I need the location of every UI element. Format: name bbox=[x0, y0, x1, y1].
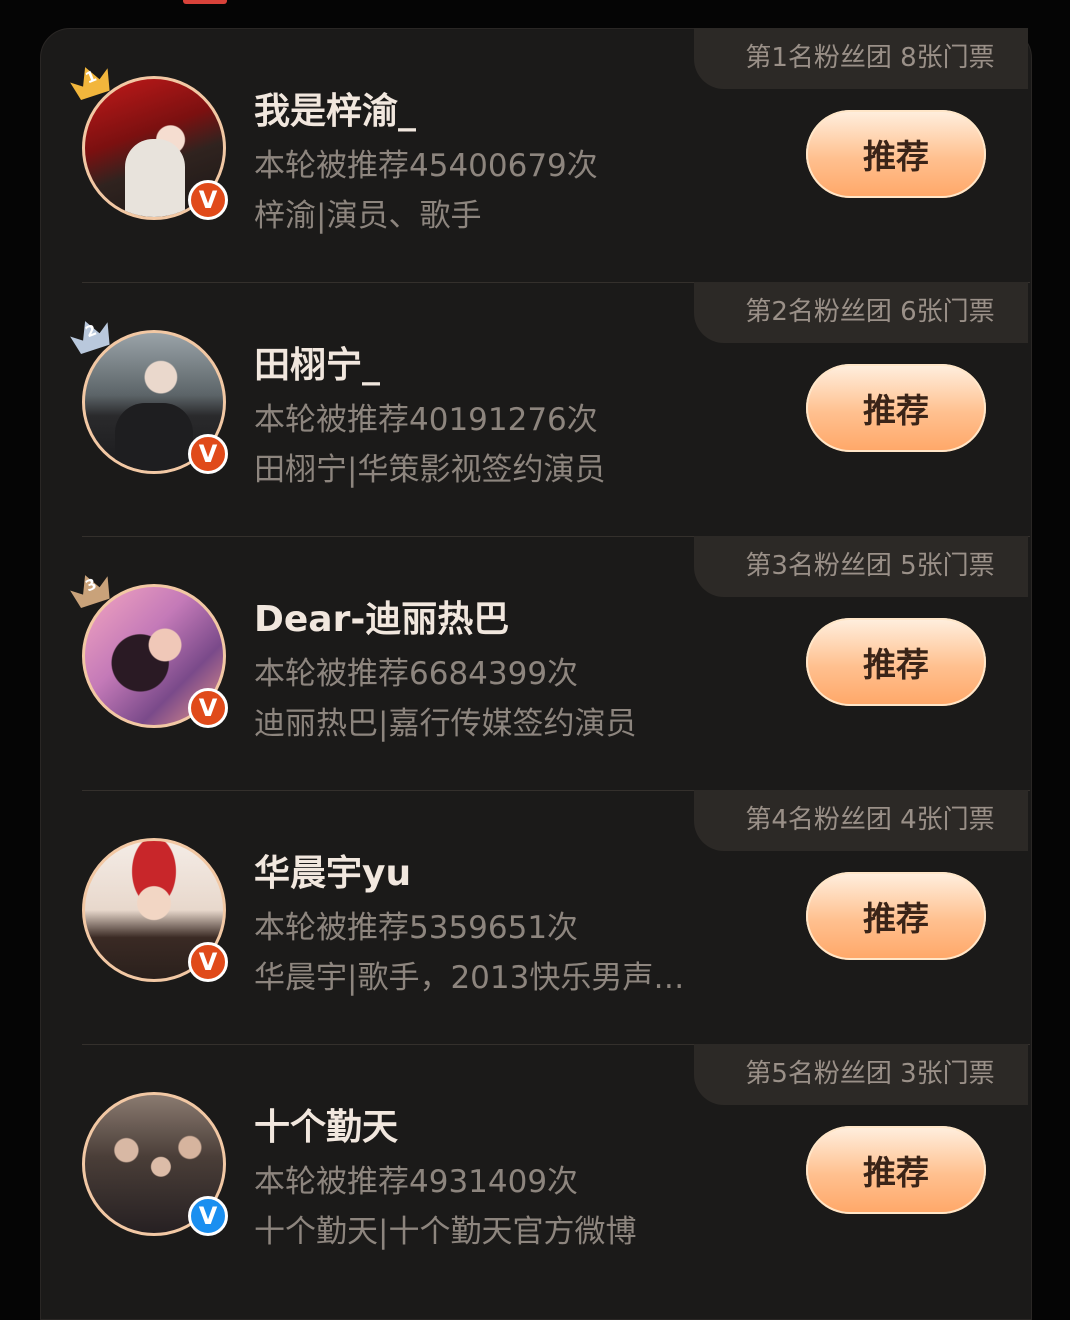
description: 迪丽热巴|嘉行传媒签约演员 bbox=[254, 706, 637, 742]
top-tab-indicator bbox=[183, 0, 227, 4]
recommend-count: 本轮被推荐40191276次 bbox=[254, 402, 598, 438]
list-item[interactable]: 第4名粉丝团 4张门票 V 华晨宇yu 本轮被推荐5359651次 华晨宇|歌手… bbox=[40, 790, 1030, 1044]
avatar[interactable]: 1 V bbox=[70, 67, 228, 220]
fan-group-name[interactable]: 华晨宇yu bbox=[254, 844, 411, 896]
verified-icon: V bbox=[188, 434, 228, 474]
recommend-count: 本轮被推荐4931409次 bbox=[254, 1164, 579, 1200]
rank-tag: 第2名粉丝团 6张门票 bbox=[694, 282, 1028, 343]
recommend-button[interactable]: 推荐 bbox=[806, 110, 986, 198]
fan-group-name[interactable]: 田栩宁_ bbox=[254, 336, 380, 388]
fan-group-name[interactable]: Dear-迪丽热巴 bbox=[254, 590, 509, 642]
description: 田栩宁|华策影视签约演员 bbox=[254, 452, 606, 488]
fan-group-name[interactable]: 十个勤天 bbox=[254, 1098, 398, 1150]
rank-tag: 第4名粉丝团 4张门票 bbox=[694, 790, 1028, 851]
verified-icon: V bbox=[188, 180, 228, 220]
list-item[interactable]: 第1名粉丝团 8张门票 1 V 我是梓渝_ 本轮被推荐45400679次 梓渝|… bbox=[40, 28, 1030, 282]
avatar[interactable]: 2 V bbox=[70, 321, 228, 474]
rank-crown-icon: 3 bbox=[68, 570, 114, 608]
rank-crown-icon: 2 bbox=[68, 316, 114, 354]
description: 梓渝|演员、歌手 bbox=[254, 198, 482, 234]
description: 十个勤天|十个勤天官方微博 bbox=[254, 1214, 637, 1250]
avatar[interactable]: V bbox=[82, 838, 228, 982]
recommend-button[interactable]: 推荐 bbox=[806, 872, 986, 960]
avatar[interactable]: 3 V bbox=[70, 575, 228, 728]
recommend-button[interactable]: 推荐 bbox=[806, 364, 986, 452]
rank-tag: 第1名粉丝团 8张门票 bbox=[694, 28, 1028, 89]
verified-icon: V bbox=[188, 688, 228, 728]
list-item[interactable]: 第2名粉丝团 6张门票 2 V 田栩宁_ 本轮被推荐40191276次 田栩宁|… bbox=[40, 282, 1030, 536]
description: 华晨宇|歌手，2013快乐男声… bbox=[254, 960, 685, 996]
verified-icon: V bbox=[188, 1196, 228, 1236]
recommend-count: 本轮被推荐5359651次 bbox=[254, 910, 579, 946]
rank-tag: 第3名粉丝团 5张门票 bbox=[694, 536, 1028, 597]
recommend-button[interactable]: 推荐 bbox=[806, 1126, 986, 1214]
rank-crown-icon: 1 bbox=[68, 62, 114, 100]
recommend-button[interactable]: 推荐 bbox=[806, 618, 986, 706]
recommend-count: 本轮被推荐45400679次 bbox=[254, 148, 598, 184]
verified-icon: V bbox=[188, 942, 228, 982]
list-item[interactable]: 第5名粉丝团 3张门票 V 十个勤天 本轮被推荐4931409次 十个勤天|十个… bbox=[40, 1044, 1030, 1298]
recommend-count: 本轮被推荐6684399次 bbox=[254, 656, 579, 692]
fan-group-name[interactable]: 我是梓渝_ bbox=[254, 82, 416, 134]
avatar[interactable]: V bbox=[82, 1092, 228, 1236]
list-item[interactable]: 第3名粉丝团 5张门票 3 V Dear-迪丽热巴 本轮被推荐6684399次 … bbox=[40, 536, 1030, 790]
rank-tag: 第5名粉丝团 3张门票 bbox=[694, 1044, 1028, 1105]
